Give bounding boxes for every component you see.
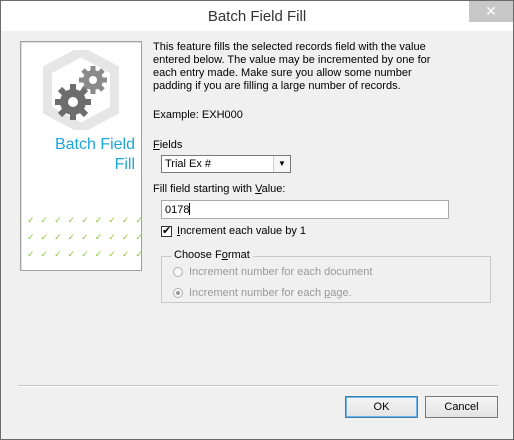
increment-checkbox[interactable] (161, 224, 172, 237)
chevron-down-icon[interactable]: ▼ (273, 156, 290, 172)
checkmark-row: ✓ ✓ ✓ ✓ ✓ ✓ ✓ ✓ ✓ (27, 249, 143, 266)
checkmark-icon: ✓ (135, 249, 143, 259)
checkmark-icon: ✓ (27, 232, 35, 242)
checkmark-icon: ✓ (108, 249, 116, 259)
checkmark-icon: ✓ (94, 232, 103, 242)
radio-each-document[interactable]: Increment number for each document (173, 266, 372, 278)
checkmark-icon: ✓ (81, 249, 89, 259)
checkmark-icon: ✓ (121, 232, 130, 242)
fields-dropdown[interactable]: Trial Ex # ▼ (161, 155, 291, 173)
close-button[interactable]: ✕ (469, 1, 513, 22)
fill-value-label: Fill field starting with Value: (153, 183, 286, 195)
increment-checkbox-label[interactable]: Increment each value by 1 (177, 225, 306, 237)
banner-title: Batch Field Fill (25, 135, 135, 175)
checkmark-icon: ✓ (135, 215, 143, 225)
increment-checkbox-row[interactable]: Increment each value by 1 (161, 224, 306, 237)
radio-each-page[interactable]: Increment number for each page. (173, 287, 352, 299)
radio-each-document-label: Increment number for each document (189, 266, 373, 278)
batch-field-fill-dialog: Batch Field Fill ✕ Batch Field Fill ✓ ✓ … (0, 0, 514, 440)
radio-each-page-button[interactable] (173, 288, 183, 298)
checkmark-icon: ✓ (40, 249, 49, 259)
checkmark-row: ✓ ✓ ✓ ✓ ✓ ✓ ✓ ✓ ✓ (27, 215, 143, 232)
checkmark-icon: ✓ (67, 215, 76, 225)
checkmark-icon: ✓ (54, 232, 62, 242)
checkmark-row: ✓ ✓ ✓ ✓ ✓ ✓ ✓ ✓ ✓ (27, 232, 143, 249)
checkmark-icon: ✓ (54, 215, 62, 225)
checkmark-icon: ✓ (81, 215, 89, 225)
ok-button[interactable]: OK (345, 396, 418, 418)
button-separator (18, 385, 498, 387)
fields-label: Fields (153, 139, 183, 151)
checkmark-icon: ✓ (67, 249, 76, 259)
radio-each-document-button[interactable] (173, 267, 183, 277)
banner-title-line2: Fill (114, 156, 135, 173)
checkmark-icon: ✓ (67, 232, 76, 242)
close-icon: ✕ (485, 3, 497, 19)
checkmark-icon: ✓ (108, 232, 116, 242)
example-text: Example: EXH000 (153, 109, 243, 121)
dialog-content: Batch Field Fill ✓ ✓ ✓ ✓ ✓ ✓ ✓ ✓ ✓ ✓ ✓ ✓ ✓ ✓ ✓ ✓ ✓ ✓ ✓ ✓ ✓ ✓ ✓… (1, 31, 513, 439)
checkmark-icon: ✓ (108, 215, 116, 225)
fields-dropdown-value: Trial Ex # (165, 158, 212, 170)
checkmark-icon: ✓ (54, 249, 62, 259)
fill-value-input[interactable]: 0178 (161, 200, 449, 219)
radio-each-page-label: Increment number for each page. (189, 287, 352, 299)
checkmark-icon: ✓ (27, 249, 35, 259)
fill-value-text: 0178 (165, 204, 190, 216)
checkmark-pattern: ✓ ✓ ✓ ✓ ✓ ✓ ✓ ✓ ✓ ✓ ✓ ✓ ✓ ✓ ✓ ✓ ✓ ✓ ✓ ✓ ✓ ✓ ✓ ✓ ✓ ✓ ✓ (27, 215, 143, 266)
checkmark-icon: ✓ (121, 215, 130, 225)
checkmark-icon: ✓ (81, 232, 89, 242)
checkmark-icon: ✓ (27, 215, 35, 225)
text-caret (189, 203, 191, 215)
dialog-title: Batch Field Fill (207, 8, 307, 25)
gears-icon (43, 50, 119, 130)
checkmark-icon: ✓ (121, 249, 130, 259)
banner-title-line1: Batch Field (54, 136, 135, 153)
checkmark-icon: ✓ (40, 215, 49, 225)
choose-format-legend: Choose Format (171, 249, 253, 261)
side-banner: Batch Field Fill ✓ ✓ ✓ ✓ ✓ ✓ ✓ ✓ ✓ ✓ ✓ ✓ ✓ ✓ ✓ ✓ ✓ ✓ ✓ ✓ ✓ ✓ ✓… (20, 41, 143, 271)
checkmark-icon: ✓ (135, 232, 143, 242)
description-text: This feature fills the selected records … (153, 41, 431, 92)
checkmark-icon: ✓ (94, 249, 103, 259)
title-bar: Batch Field Fill ✕ (1, 1, 513, 31)
checkmark-icon: ✓ (94, 215, 103, 225)
checkmark-icon: ✓ (40, 232, 49, 242)
cancel-button[interactable]: Cancel (425, 396, 498, 418)
